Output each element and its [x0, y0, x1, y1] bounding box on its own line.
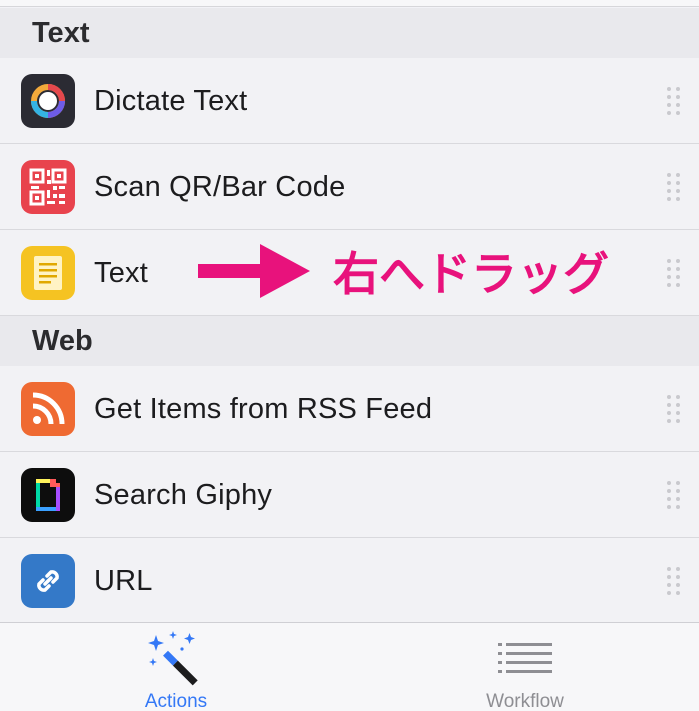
tab-actions[interactable]: Actions	[76, 623, 276, 711]
drag-handle-icon[interactable]	[667, 384, 681, 434]
tab-label: Actions	[144, 691, 208, 711]
action-label: URL	[94, 564, 153, 597]
action-row-search-giphy[interactable]: Search Giphy	[0, 452, 699, 538]
section-header-text: Text	[0, 8, 699, 58]
drag-handle-icon[interactable]	[667, 162, 681, 212]
action-row-scan-qr[interactable]: Scan QR/Bar Code	[0, 144, 699, 230]
drag-handle-icon[interactable]	[667, 470, 681, 520]
drag-handle-icon[interactable]	[667, 76, 681, 126]
action-label: Dictate Text	[94, 84, 248, 117]
tab-label: Workflow	[486, 691, 564, 711]
top-divider	[0, 0, 699, 7]
drag-handle-icon[interactable]	[667, 556, 681, 606]
magic-wand-icon	[148, 631, 198, 686]
tab-bar: Actions Workflow	[0, 622, 699, 711]
action-label: Get Items from RSS Feed	[94, 392, 433, 425]
action-row-dictate-text[interactable]: Dictate Text	[0, 58, 699, 144]
tab-workflow[interactable]: Workflow	[425, 623, 625, 711]
text-note-icon	[21, 246, 75, 300]
dictate-icon	[21, 74, 75, 128]
action-label: Text	[94, 256, 148, 289]
arrow-right-icon	[198, 244, 310, 298]
action-label: Scan QR/Bar Code	[94, 170, 346, 203]
section-title: Web	[32, 324, 93, 357]
link-icon	[21, 554, 75, 608]
action-row-url[interactable]: URL	[0, 538, 699, 624]
drag-instruction-annotation: 右へドラッグ	[198, 236, 658, 308]
action-label: Search Giphy	[94, 478, 273, 511]
list-icon	[498, 643, 552, 673]
qr-code-icon	[21, 160, 75, 214]
annotation-text: 右へドラッグ	[333, 247, 609, 301]
section-title: Text	[32, 16, 90, 49]
rss-icon	[21, 382, 75, 436]
giphy-icon	[21, 468, 75, 522]
section-header-web: Web	[0, 316, 699, 366]
drag-handle-icon[interactable]	[667, 248, 681, 298]
action-row-rss-feed[interactable]: Get Items from RSS Feed	[0, 366, 699, 452]
